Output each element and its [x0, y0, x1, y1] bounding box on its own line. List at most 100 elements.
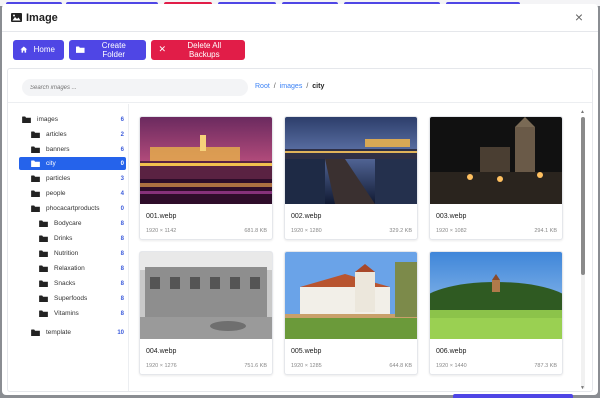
image-card[interactable]: 006.webp 1920 × 1440 787.3 KB [429, 251, 563, 375]
image-name: 005.webp [291, 348, 322, 355]
image-modal: Image × Home Create Folder ✕ Delete All … [2, 4, 598, 395]
image-name: 001.webp [146, 213, 177, 220]
modal-header: Image × [2, 4, 598, 32]
tree-item-superfoods[interactable]: Superfoods 8 [39, 292, 126, 305]
modal-title: Image [26, 11, 58, 24]
image-icon [11, 13, 22, 22]
tree-item-count: 8 [120, 295, 124, 302]
tree-item-vitamins[interactable]: Vitamins 8 [39, 307, 126, 320]
image-filesize: 751.6 KB [244, 363, 267, 369]
folder-icon [31, 205, 40, 212]
image-dimensions: 1920 × 1142 [146, 228, 177, 234]
tree-item-template[interactable]: template 10 [31, 326, 126, 339]
tree-item-count: 8 [120, 310, 124, 317]
tree-item-relaxation[interactable]: Relaxation 8 [39, 262, 126, 275]
breadcrumb-images[interactable]: images [280, 83, 303, 90]
tree-item-articles[interactable]: articles 2 [31, 128, 126, 141]
folder-icon [31, 329, 40, 336]
image-name: 006.webp [436, 348, 467, 355]
tree-item-label: particles [46, 175, 71, 182]
folder-icon [31, 160, 40, 167]
home-icon [20, 46, 28, 53]
folder-icon [31, 190, 40, 197]
tree-item-count: 8 [120, 220, 124, 227]
tree-item-people[interactable]: people 4 [31, 187, 126, 200]
tree-item-particles[interactable]: particles 3 [31, 172, 126, 185]
tree-item-label: people [46, 190, 66, 197]
tree-item-label: images [37, 116, 58, 123]
tree-item-count: 8 [120, 250, 124, 257]
tree-item-label: template [46, 329, 71, 336]
tree-item-count: 10 [117, 329, 124, 336]
breadcrumb-root[interactable]: Root [255, 83, 270, 90]
tree-item-label: Nutrition [54, 250, 79, 257]
breadcrumb-separator: / [306, 83, 309, 90]
background-button [453, 394, 573, 398]
tree-item-label: Bodycare [54, 220, 82, 227]
scrollbar[interactable] [581, 117, 585, 389]
home-button[interactable]: Home [13, 39, 64, 60]
image-card[interactable]: 002.webp 1920 × 1280 329.2 KB [284, 116, 418, 240]
image-dimensions: 1920 × 1276 [146, 363, 177, 369]
folder-icon [31, 131, 40, 138]
image-thumbnail [285, 252, 417, 339]
image-name: 003.webp [436, 213, 467, 220]
image-filesize: 294.1 KB [534, 228, 557, 234]
folder-icon [22, 116, 31, 123]
image-filesize: 644.8 KB [389, 363, 412, 369]
tree-item-count: 2 [120, 131, 124, 138]
tree-item-city[interactable]: city 0 [19, 157, 126, 170]
folder-icon [39, 280, 48, 287]
home-button-label: Home [33, 45, 55, 54]
image-card[interactable]: 004.webp 1920 × 1276 751.6 KB [139, 251, 273, 375]
image-filesize: 787.3 KB [534, 363, 557, 369]
folder-icon [31, 146, 40, 153]
x-icon: ✕ [158, 44, 167, 54]
browser-topbar: Root / images / city [8, 69, 592, 103]
breadcrumb-separator: / [273, 83, 276, 90]
tree-item-drinks[interactable]: Drinks 8 [39, 232, 126, 245]
folder-icon [39, 265, 48, 272]
tree-item-phocacartproducts[interactable]: phocacartproducts 0 [31, 202, 126, 215]
image-name: 002.webp [291, 213, 322, 220]
folder-icon [39, 250, 48, 257]
folder-icon [39, 310, 48, 317]
image-dimensions: 1920 × 1285 [291, 363, 322, 369]
tree-item-label: city [46, 160, 56, 167]
search-input[interactable] [22, 79, 248, 96]
scrollbar-thumb[interactable] [581, 117, 585, 275]
tree-item-label: articles [46, 131, 67, 138]
tree-item-banners[interactable]: banners 6 [31, 143, 126, 156]
tree-item-label: Drinks [54, 235, 73, 242]
image-card[interactable]: 003.webp 1920 × 1082 294.1 KB [429, 116, 563, 240]
tree-item-nutrition[interactable]: Nutrition 8 [39, 247, 126, 260]
tree-item-label: Relaxation [54, 265, 85, 272]
folder-icon [31, 175, 40, 182]
tree-item-images[interactable]: images 6 [22, 113, 126, 126]
delete-all-backups-button[interactable]: ✕ Delete All Backups [151, 39, 245, 60]
file-browser: Root / images / city images 6 articles 2… [7, 68, 593, 392]
tree-item-label: Superfoods [54, 295, 88, 302]
tree-item-label: Vitamins [54, 310, 79, 317]
folder-tree: images 6 articles 2 banners 6 city 0 par… [8, 104, 129, 391]
tree-item-count: 4 [120, 190, 124, 197]
scroll-up-arrow-icon[interactable]: ▲ [580, 109, 585, 115]
tree-item-count: 3 [120, 175, 124, 182]
tree-item-bodycare[interactable]: Bodycare 8 [39, 217, 126, 230]
image-card[interactable]: 005.webp 1920 × 1285 644.8 KB [284, 251, 418, 375]
tree-item-count: 0 [120, 205, 124, 212]
image-dimensions: 1920 × 1440 [436, 363, 467, 369]
close-icon[interactable]: × [572, 10, 586, 24]
toolbar: Home Create Folder ✕ Delete All Backups [2, 33, 598, 66]
image-filesize: 329.2 KB [389, 228, 412, 234]
tree-item-label: phocacartproducts [46, 205, 100, 212]
tree-item-count: 8 [120, 235, 124, 242]
create-folder-button[interactable]: Create Folder [69, 39, 146, 60]
scroll-down-arrow-icon[interactable]: ▼ [580, 385, 585, 391]
image-card[interactable]: 001.webp 1920 × 1142 681.8 KB [139, 116, 273, 240]
breadcrumb-current: city [312, 83, 325, 90]
tree-item-snacks[interactable]: Snacks 8 [39, 277, 126, 290]
tree-item-count: 6 [120, 116, 124, 123]
image-thumbnail [140, 117, 272, 204]
tree-item-count: 8 [120, 280, 124, 287]
